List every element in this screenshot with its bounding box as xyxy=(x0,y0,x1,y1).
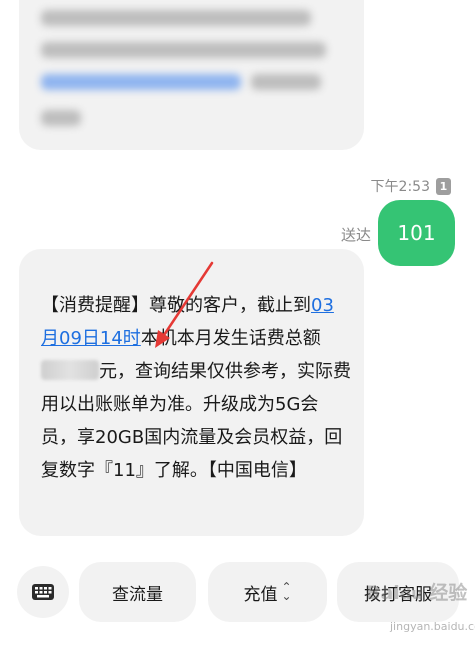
incoming-message-text: 【消费提醒】尊敬的客户，截止到03月09日14时本机本月发生话费总额元，查询结果… xyxy=(41,289,351,487)
message-part-2: 本机本月发生话费总额 xyxy=(140,328,321,349)
expand-icon: ⌃ ⌄ xyxy=(281,580,292,603)
timestamp-text: 下午2:53 xyxy=(370,179,430,195)
delivery-status: 送达 xyxy=(341,226,372,244)
message-part-1: 【消费提醒】尊敬的客户，截止到 xyxy=(41,295,311,316)
sim-card-icon: 1 xyxy=(436,177,451,195)
blurred-previous-message xyxy=(19,0,364,150)
outgoing-message-bubble[interactable]: 101 xyxy=(378,200,455,266)
keyboard-toggle-button[interactable] xyxy=(17,566,69,618)
query-data-label: 查流量 xyxy=(112,584,163,605)
recharge-label: 充值 xyxy=(243,584,278,605)
message-timestamp: 下午2:53 1 xyxy=(371,176,451,196)
outgoing-message-text: 101 xyxy=(397,221,436,245)
call-customer-service-button[interactable]: 拨打客服 xyxy=(337,562,459,622)
recharge-button[interactable]: 充值 ⌃ ⌄ xyxy=(208,562,327,622)
incoming-message-bubble[interactable]: 【消费提醒】尊敬的客户，截止到03月09日14时本机本月发生话费总额元，查询结果… xyxy=(19,249,364,536)
query-data-button[interactable]: 查流量 xyxy=(79,562,196,622)
call-customer-service-label: 拨打客服 xyxy=(364,584,432,605)
masked-amount xyxy=(41,360,99,380)
keyboard-icon xyxy=(32,584,54,600)
blurred-message-content xyxy=(41,10,344,134)
